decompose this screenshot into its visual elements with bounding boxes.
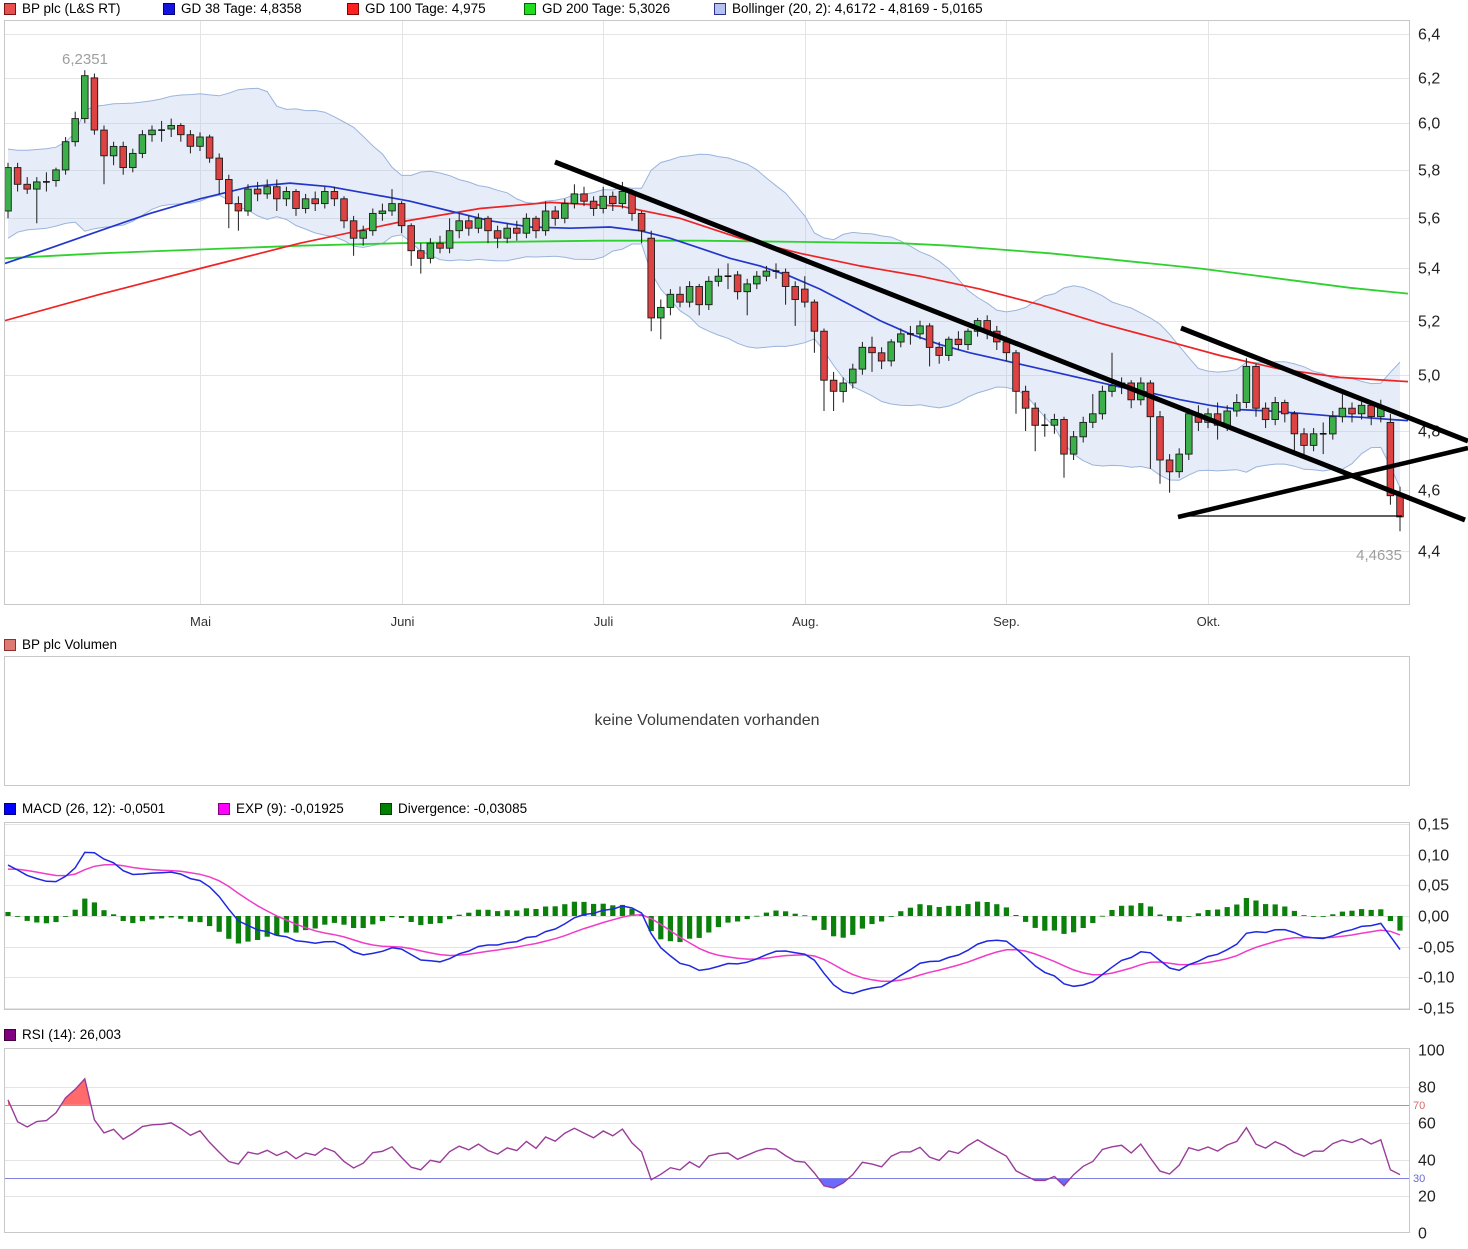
legend-item-exp: EXP (9): -0,01925	[218, 801, 344, 817]
legend-item-macd: MACD (26, 12): -0,0501	[4, 801, 165, 817]
svg-text:Juli: Juli	[594, 614, 614, 629]
legend-item-volume: BP plc Volumen	[4, 637, 117, 653]
volume-legend: BP plc Volumen	[0, 637, 1468, 653]
legend-item-bp: BP plc (L&S RT)	[4, 1, 121, 17]
svg-text:0,05: 0,05	[1418, 878, 1449, 895]
legend-item-gd100: GD 100 Tage: 4,975	[347, 1, 486, 17]
no-volume-data-message: keine Volumendaten vorhanden	[594, 712, 820, 729]
svg-text:6,0: 6,0	[1418, 116, 1440, 133]
svg-text:4,8: 4,8	[1418, 424, 1440, 441]
legend-item-divergence: Divergence: -0,03085	[380, 801, 527, 817]
macd-series-swatch	[4, 803, 16, 815]
legend-item-rsi: RSI (14): 26,003	[4, 1027, 121, 1043]
divergence-series-swatch	[380, 803, 392, 815]
rsi-legend: RSI (14): 26,003	[0, 1027, 1468, 1043]
svg-text:20: 20	[1418, 1189, 1436, 1206]
svg-text:0,10: 0,10	[1418, 848, 1449, 865]
svg-text:5,2: 5,2	[1418, 314, 1440, 331]
svg-text:0: 0	[1418, 1226, 1427, 1243]
svg-text:-0,05: -0,05	[1418, 940, 1455, 957]
svg-text:70: 70	[1413, 1100, 1425, 1112]
low-price-label: 4,4635	[1356, 547, 1402, 564]
macd-legend: MACD (26, 12): -0,0501 EXP (9): -0,01925…	[0, 801, 1468, 817]
svg-text:6,2: 6,2	[1418, 71, 1440, 88]
svg-text:40: 40	[1418, 1153, 1436, 1170]
svg-text:0,15: 0,15	[1418, 817, 1449, 834]
legend-item-bollinger: Bollinger (20, 2): 4,6172 - 4,8169 - 5,0…	[714, 1, 983, 17]
price-panel-plot[interactable]	[4, 20, 1410, 605]
svg-text:-0,15: -0,15	[1418, 1001, 1455, 1018]
bollinger-series-swatch	[714, 3, 726, 15]
svg-text:Sep.: Sep.	[993, 614, 1020, 629]
high-price-label: 6,2351	[62, 51, 108, 68]
legend-item-gd38: GD 38 Tage: 4,8358	[163, 1, 302, 17]
svg-text:Juni: Juni	[391, 614, 415, 629]
svg-text:60: 60	[1418, 1116, 1436, 1133]
rsi-series-swatch	[4, 1029, 16, 1041]
gd38-series-swatch	[163, 3, 175, 15]
macd-panel-plot[interactable]	[4, 822, 1410, 1010]
svg-text:5,6: 5,6	[1418, 211, 1440, 228]
legend-label-volume: BP plc Volumen	[22, 637, 118, 652]
svg-text:Okt.: Okt.	[1197, 614, 1221, 629]
svg-text:4,4: 4,4	[1418, 544, 1440, 561]
legend-label-gd100: GD 100 Tage: 4,975	[365, 1, 486, 16]
legend-label-macd: MACD (26, 12): -0,0501	[22, 801, 166, 816]
legend-label-bp: BP plc (L&S RT)	[22, 1, 121, 16]
svg-text:30: 30	[1413, 1173, 1425, 1185]
legend-label-divergence: Divergence: -0,03085	[398, 801, 528, 816]
gd100-series-swatch	[347, 3, 359, 15]
price-legend: BP plc (L&S RT) GD 38 Tage: 4,8358 GD 10…	[0, 1, 1468, 17]
svg-text:6,4: 6,4	[1418, 27, 1440, 44]
legend-label-gd200: GD 200 Tage: 5,3026	[542, 1, 671, 16]
svg-text:0,00: 0,00	[1418, 909, 1449, 926]
svg-text:4,6: 4,6	[1418, 483, 1440, 500]
legend-label-rsi: RSI (14): 26,003	[22, 1027, 122, 1042]
rsi-panel-plot[interactable]	[4, 1048, 1410, 1233]
stock-chart-app: BP plc (L&S RT) GD 38 Tage: 4,8358 GD 10…	[0, 0, 1468, 1249]
svg-text:-0,10: -0,10	[1418, 970, 1455, 987]
exp-series-swatch	[218, 803, 230, 815]
legend-label-exp: EXP (9): -0,01925	[236, 801, 344, 816]
svg-text:5,8: 5,8	[1418, 163, 1440, 180]
svg-text:80: 80	[1418, 1080, 1436, 1097]
volume-series-swatch	[4, 639, 16, 651]
legend-item-gd200: GD 200 Tage: 5,3026	[524, 1, 670, 17]
svg-text:Mai: Mai	[190, 614, 211, 629]
legend-label-gd38: GD 38 Tage: 4,8358	[181, 1, 302, 16]
svg-text:100: 100	[1418, 1043, 1445, 1060]
svg-text:5,4: 5,4	[1418, 261, 1440, 278]
svg-text:5,0: 5,0	[1418, 368, 1440, 385]
gd200-series-swatch	[524, 3, 536, 15]
legend-label-bollinger: Bollinger (20, 2): 4,6172 - 4,8169 - 5,0…	[732, 1, 983, 16]
svg-text:Aug.: Aug.	[792, 614, 819, 629]
bp-series-swatch	[4, 3, 16, 15]
